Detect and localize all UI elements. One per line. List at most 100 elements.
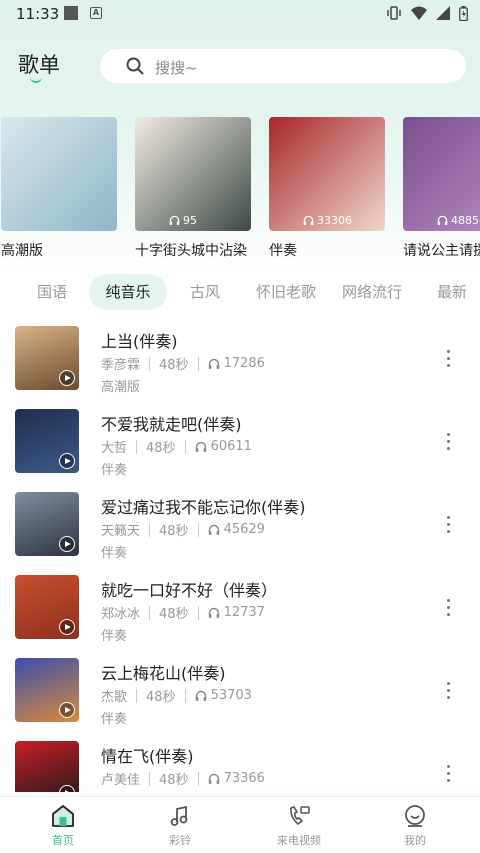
song-artist: 杰歌 <box>101 690 128 705</box>
more-vertical-icon[interactable] <box>444 516 452 536</box>
category-tabs: 国语 纯音乐 古风 怀旧老歌 网络流行 最新 <box>0 274 480 310</box>
tab-internet-popular[interactable]: 网络流行 <box>333 274 411 310</box>
play-icon[interactable] <box>59 785 75 792</box>
song-plays: 45629 <box>208 522 265 537</box>
song-thumbnail[interactable] <box>15 409 79 473</box>
playlist-caption[interactable]: 请说公主请援 <box>403 240 480 260</box>
song-title: 上当(伴奏) <box>101 332 178 351</box>
song-meta: 郑冰冰 48秒 12737 <box>101 603 265 622</box>
song-title: 不爱我就走吧(伴奏) <box>101 415 242 434</box>
nav-profile[interactable]: 我的 <box>370 801 460 848</box>
song-artist: 天籁天 <box>101 524 141 539</box>
page-title: 歌单 <box>18 53 60 77</box>
more-vertical-icon[interactable] <box>444 682 452 702</box>
playlist-cover[interactable]: 33306 <box>269 117 385 231</box>
song-thumbnail[interactable] <box>15 326 79 390</box>
divider <box>149 605 151 620</box>
play-count: 95 <box>169 214 197 227</box>
song-thumbnail[interactable] <box>15 492 79 556</box>
play-icon[interactable] <box>59 370 75 386</box>
song-duration: 48秒 <box>146 690 176 705</box>
song-thumbnail[interactable] <box>15 741 79 792</box>
list-item[interactable]: 爱过痛过我不能忘记你(伴奏) 天籁天 48秒 45629 伴奏 <box>0 490 480 573</box>
more-vertical-icon[interactable] <box>444 765 452 785</box>
headphones-icon <box>208 524 219 535</box>
divider <box>184 439 186 454</box>
song-list: 上当(伴奏) 季彦霖 48秒 17286 高潮版 不爱我就走吧(伴奏) 大哲 4… <box>0 322 480 792</box>
playlist-caption[interactable]: 伴奏 <box>269 240 297 260</box>
divider <box>197 356 199 371</box>
play-icon[interactable] <box>59 453 75 469</box>
playlist-cover[interactable] <box>1 117 117 231</box>
song-tag: 伴奏 <box>101 712 128 727</box>
tab-latest[interactable]: 最新 <box>425 274 479 310</box>
nav-ringtone[interactable]: 彩铃 <box>135 801 225 848</box>
nav-home[interactable]: 首页 <box>18 801 108 848</box>
song-thumbnail[interactable] <box>15 658 79 722</box>
divider <box>136 688 138 703</box>
nav-label: 来电视频 <box>277 834 321 847</box>
song-duration: 48秒 <box>159 524 189 539</box>
search-input[interactable]: 搜搜~ <box>100 49 466 83</box>
profile-icon <box>405 805 425 827</box>
nav-call-video[interactable]: 来电视频 <box>254 801 344 848</box>
playlist-caption[interactable]: 十字街头城中沾染 <box>135 240 247 260</box>
more-vertical-icon[interactable] <box>444 350 452 370</box>
play-icon[interactable] <box>59 702 75 718</box>
list-item[interactable]: 情在飞(伴奏) 卢美佳 48秒 73366 伴奏 <box>0 739 480 792</box>
headphones-icon <box>195 690 206 701</box>
song-artist: 季彦霖 <box>101 358 141 373</box>
list-item[interactable]: 就吃一口好不好（伴奏） 郑冰冰 48秒 12737 伴奏 <box>0 573 480 656</box>
tab-classic-oldies[interactable]: 怀旧老歌 <box>247 274 325 310</box>
more-vertical-icon[interactable] <box>444 433 452 453</box>
song-artist: 郑冰冰 <box>101 607 141 622</box>
headphones-icon <box>195 441 206 452</box>
headphones-icon <box>208 773 219 784</box>
notification-square-icon <box>64 6 78 20</box>
vibrate-icon <box>387 6 401 20</box>
playlist-carousel[interactable]: 95 33306 48856 高潮版 十字街头城中沾染 伴奏 请说公主请援 <box>0 117 480 262</box>
list-item[interactable]: 上当(伴奏) 季彦霖 48秒 17286 高潮版 <box>0 324 480 407</box>
playlist-cover[interactable]: 48856 <box>403 117 480 231</box>
home-icon <box>52 805 74 827</box>
more-vertical-icon[interactable] <box>444 599 452 619</box>
nav-label: 首页 <box>52 834 74 847</box>
headphones-icon <box>169 215 180 226</box>
play-icon[interactable] <box>59 536 75 552</box>
signal-icon <box>436 6 450 20</box>
tab-guoyu[interactable]: 国语 <box>22 274 82 310</box>
list-item[interactable]: 云上梅花山(伴奏) 杰歌 48秒 53703 伴奏 <box>0 656 480 739</box>
divider <box>149 522 151 537</box>
headphones-icon <box>208 358 219 369</box>
headphones-icon <box>303 215 314 226</box>
song-meta: 天籁天 48秒 45629 <box>101 520 265 539</box>
headphones-icon <box>208 607 219 618</box>
music-note-icon <box>170 805 188 826</box>
song-thumbnail[interactable] <box>15 575 79 639</box>
song-plays: 53703 <box>195 688 252 703</box>
song-plays: 60611 <box>195 439 252 454</box>
phone-video-icon <box>290 806 310 825</box>
tab-pure-music[interactable]: 纯音乐 <box>89 274 167 310</box>
divider <box>197 605 199 620</box>
tab-gufeng[interactable]: 古风 <box>175 274 235 310</box>
song-duration: 48秒 <box>159 607 189 622</box>
song-duration: 48秒 <box>159 773 189 788</box>
nav-label: 彩铃 <box>169 834 191 847</box>
playlist-caption[interactable]: 高潮版 <box>1 240 43 260</box>
song-tag: 高潮版 <box>101 380 141 395</box>
divider <box>184 688 186 703</box>
list-item[interactable]: 不爱我就走吧(伴奏) 大哲 48秒 60611 伴奏 <box>0 407 480 490</box>
status-bar: 11:33 A <box>0 0 480 28</box>
bottom-nav: 首页 彩铃 来电视频 我的 <box>0 796 480 853</box>
play-count: 48856 <box>437 214 480 227</box>
song-meta: 卢美佳 48秒 73366 <box>101 769 265 788</box>
play-icon[interactable] <box>59 619 75 635</box>
song-title: 云上梅花山(伴奏) <box>101 664 226 683</box>
playlist-cover[interactable]: 95 <box>135 117 251 231</box>
wifi-icon <box>411 6 427 20</box>
song-meta: 季彦霖 48秒 17286 <box>101 354 265 373</box>
notification-a-icon: A <box>90 7 102 19</box>
search-placeholder: 搜搜~ <box>155 59 198 77</box>
song-duration: 48秒 <box>159 358 189 373</box>
